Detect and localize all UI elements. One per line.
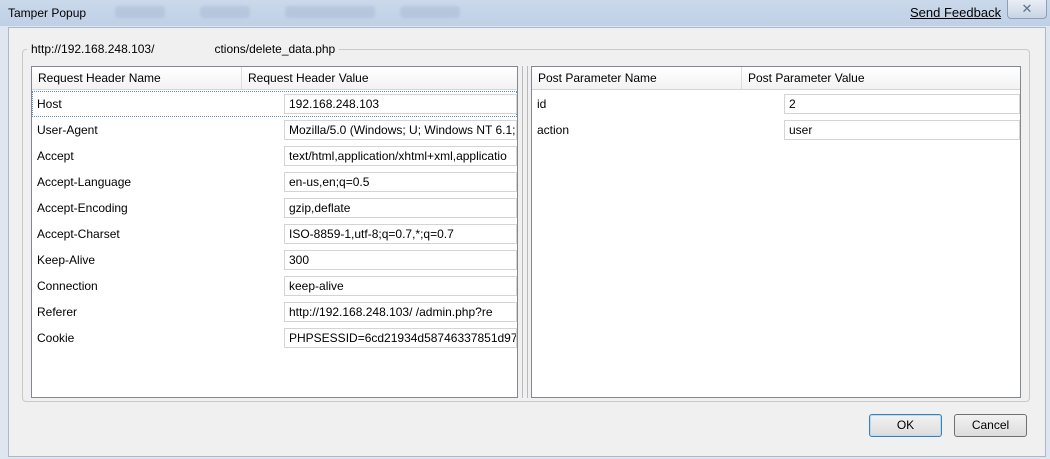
cancel-button[interactable]: Cancel (954, 414, 1027, 437)
row-name: Accept (37, 149, 74, 163)
column-header-value[interactable]: Request Header Value (242, 67, 517, 89)
background-tab-blur (115, 6, 165, 18)
row-value-input[interactable]: en-us,en;q=0.5 (284, 172, 517, 192)
dialog-body: http://192.168.248.103/ctions/delete_dat… (8, 27, 1046, 457)
request-url: http://192.168.248.103/ctions/delete_dat… (27, 42, 340, 56)
row-value-input[interactable]: 300 (284, 250, 517, 270)
row-name: Cookie (37, 331, 75, 345)
send-feedback-link[interactable]: Send Feedback (910, 5, 1001, 20)
table-row[interactable]: id 2 (532, 91, 1020, 117)
close-button[interactable]: ✕ (1007, 0, 1047, 19)
row-name: Referer (37, 305, 78, 319)
row-name: User-Agent (37, 123, 98, 137)
row-name: id (537, 97, 547, 111)
row-name: Accept-Language (37, 175, 132, 189)
background-tab-blur (200, 6, 250, 18)
request-headers-header: Request Header Name Request Header Value (32, 67, 517, 90)
row-value-input[interactable]: ISO-8859-1,utf-8;q=0.7,*;q=0.7 (284, 224, 517, 244)
table-row[interactable]: Referer http://192.168.248.103/ /admin.ph… (32, 299, 517, 325)
ok-button[interactable]: OK (869, 414, 942, 437)
row-value-input[interactable]: 192.168.248.103 (284, 94, 517, 114)
post-parameters-header: Post Parameter Name Post Parameter Value (532, 67, 1020, 90)
table-row[interactable]: Accept text/html,application/xhtml+xml,ap… (32, 143, 517, 169)
row-name: Host (37, 97, 62, 111)
table-row[interactable]: Accept-Language en-us,en;q=0.5 (32, 169, 517, 195)
table-row[interactable]: Host 192.168.248.103 (32, 91, 517, 117)
row-value-input[interactable]: http://192.168.248.103/ /admin.php?re (284, 302, 517, 322)
row-name: Connection (37, 279, 98, 293)
background-tab-blur (400, 6, 460, 18)
column-header-name[interactable]: Request Header Name (32, 67, 242, 89)
row-name: Accept-Encoding (37, 201, 128, 215)
row-name: action (537, 123, 570, 137)
row-name: Keep-Alive (37, 253, 96, 267)
table-row[interactable]: Cookie PHPSESSID=6cd21934d58746337851d974… (32, 325, 517, 351)
column-header-param-value[interactable]: Post Parameter Value (742, 67, 1020, 89)
row-value-input[interactable]: PHPSESSID=6cd21934d58746337851d9742e1 (284, 328, 517, 348)
row-value-input[interactable]: gzip,deflate (284, 198, 517, 218)
post-parameters-panel[interactable]: Post Parameter Name Post Parameter Value… (531, 66, 1021, 398)
column-header-param-name[interactable]: Post Parameter Name (532, 67, 742, 89)
window-title: Tamper Popup (8, 6, 87, 20)
row-value-input[interactable]: Mozilla/5.0 (Windows; U; Windows NT 6.1;… (284, 120, 517, 140)
background-tab-blur (285, 6, 375, 18)
panel-splitter[interactable] (522, 66, 528, 398)
close-icon: ✕ (1021, 1, 1033, 16)
title-bar: Tamper Popup Send Feedback ✕ (0, 0, 1050, 26)
request-url-prefix: http://192.168.248.103/ (31, 42, 155, 56)
row-value-input[interactable]: user (784, 120, 1020, 140)
row-value-input[interactable]: keep-alive (284, 276, 517, 296)
request-url-suffix: ctions/delete_data.php (214, 42, 336, 56)
request-headers-panel[interactable]: Request Header Name Request Header Value… (31, 66, 518, 398)
table-row[interactable]: action user (532, 117, 1020, 143)
table-row[interactable]: Keep-Alive 300 (32, 247, 517, 273)
table-row[interactable]: Accept-Charset ISO-8859-1,utf-8;q=0.7,*;q… (32, 221, 517, 247)
table-row[interactable]: Connection keep-alive (32, 273, 517, 299)
row-value-input[interactable]: 2 (784, 94, 1020, 114)
table-row[interactable]: User-Agent Mozilla/5.0 (Windows; U; Windo… (32, 117, 517, 143)
row-value-input[interactable]: text/html,application/xhtml+xml,applicat… (284, 146, 517, 166)
url-redaction (154, 43, 214, 53)
row-name: Accept-Charset (37, 227, 120, 241)
table-row[interactable]: Accept-Encoding gzip,deflate (32, 195, 517, 221)
